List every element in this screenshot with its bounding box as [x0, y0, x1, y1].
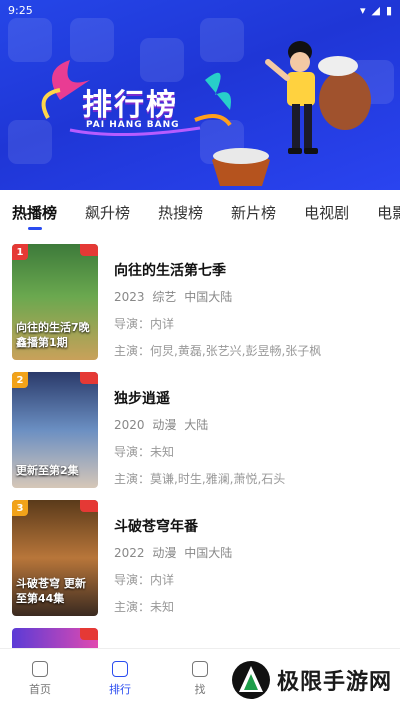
item-meta: 2023 综艺 中国大陆 [114, 288, 384, 305]
item-meta: 2022 动漫 中国大陆 [114, 544, 384, 561]
item-genre: 动漫 [152, 418, 177, 432]
banner-subtitle: PAI HANG BANG [86, 120, 180, 130]
item-meta: 2020 动漫 大陆 [114, 416, 384, 433]
item-title: 独步逍遥 [114, 391, 170, 407]
item-title: 斗破苍穹年番 [114, 519, 198, 535]
ranking-banner: 9:25 ▾ ◢ ▮ 排行榜 PAI HANG BANG [0, 0, 400, 190]
tab-tv-series[interactable]: 电视剧 [304, 202, 349, 223]
tab-hot-search[interactable]: 热搜榜 [158, 202, 203, 223]
poster-image: 1 向往的生活7晚 鑫播第1期 [12, 244, 98, 360]
poster-caption: 向往的生活7晚 鑫播第1期 [16, 321, 90, 349]
item-director: 导演：内详 [114, 573, 175, 587]
rank-badge: 1 [12, 244, 28, 260]
banner-illustration [41, 41, 371, 186]
tab-hot-play[interactable]: 热播榜 [12, 202, 57, 223]
nav-ranking[interactable]: 排行 [80, 649, 160, 708]
corner-tag [80, 372, 98, 384]
bottom-navigation: 首页 排行 找 极限手游网 [0, 648, 400, 708]
find-icon [192, 660, 208, 677]
item-cast: 主演：何炅,黄磊,张艺兴,彭昱畅,张子枫 [114, 344, 322, 358]
corner-tag [80, 628, 98, 640]
corner-tag [80, 244, 98, 256]
item-genre: 综艺 [152, 290, 177, 304]
item-title: 向往的生活第七季 [114, 263, 226, 279]
ranking-icon [112, 660, 128, 677]
poster-caption: 斗破苍穹 更新至第44集 [16, 577, 86, 605]
item-cast: 主演：莫谦,时生,雅澜,萧悦,石头 [114, 472, 286, 486]
home-icon [32, 660, 48, 677]
nav-find[interactable]: 找 [160, 649, 240, 708]
ranking-tabs: 热播榜 飙升榜 热搜榜 新片榜 电视剧 电影 [0, 192, 400, 232]
rank-badge: 2 [12, 372, 28, 388]
list-item[interactable]: 3 斗破苍穹 更新至第44集 斗破苍穹年番 2022 动漫 中国大陆 导演：内详… [12, 500, 392, 618]
item-director: 导演：内详 [114, 317, 175, 331]
status-bar: 9:25 ▾ ◢ ▮ [8, 2, 392, 18]
corner-tag [80, 500, 98, 512]
nav-ranking-label: 排行 [109, 682, 131, 696]
battery-icon: ▮ [385, 3, 392, 17]
watermark: 极限手游网 [231, 660, 392, 700]
item-year: 2022 [114, 546, 145, 560]
poster-image: 2 更新至第2集 [12, 372, 98, 488]
status-time: 9:25 [8, 3, 33, 17]
item-genre: 动漫 [152, 546, 177, 560]
item-director: 导演：未知 [114, 445, 175, 459]
poster-caption: 更新至第2集 [16, 463, 79, 477]
nav-find-label: 找 [194, 682, 206, 696]
item-year: 2023 [114, 290, 145, 304]
item-cast: 主演：未知 [114, 600, 175, 614]
item-region: 中国大陆 [184, 546, 233, 560]
list-item[interactable]: 1 向往的生活7晚 鑫播第1期 向往的生活第七季 2023 综艺 中国大陆 导演… [12, 244, 392, 362]
list-item[interactable]: 2 更新至第2集 独步逍遥 2020 动漫 大陆 导演：未知 主演：莫谦,时生,… [12, 372, 392, 490]
signal-icon: ◢ [371, 3, 380, 17]
wifi-icon: ▾ [359, 3, 366, 17]
rank-badge: 3 [12, 500, 28, 516]
item-year: 2020 [114, 418, 145, 432]
watermark-text: 极限手游网 [276, 669, 392, 695]
item-region: 大陆 [184, 418, 209, 432]
nav-home[interactable]: 首页 [0, 649, 80, 708]
nav-home-label: 首页 [29, 682, 51, 696]
tab-rising[interactable]: 飙升榜 [85, 202, 130, 223]
poster-image: 3 斗破苍穹 更新至第44集 [12, 500, 98, 616]
item-region: 中国大陆 [184, 290, 233, 304]
watermark-logo-icon [231, 661, 270, 699]
tab-movies[interactable]: 电影 [377, 202, 400, 223]
tab-new-releases[interactable]: 新片榜 [231, 202, 276, 223]
banner-title: 排行榜 [82, 88, 178, 123]
